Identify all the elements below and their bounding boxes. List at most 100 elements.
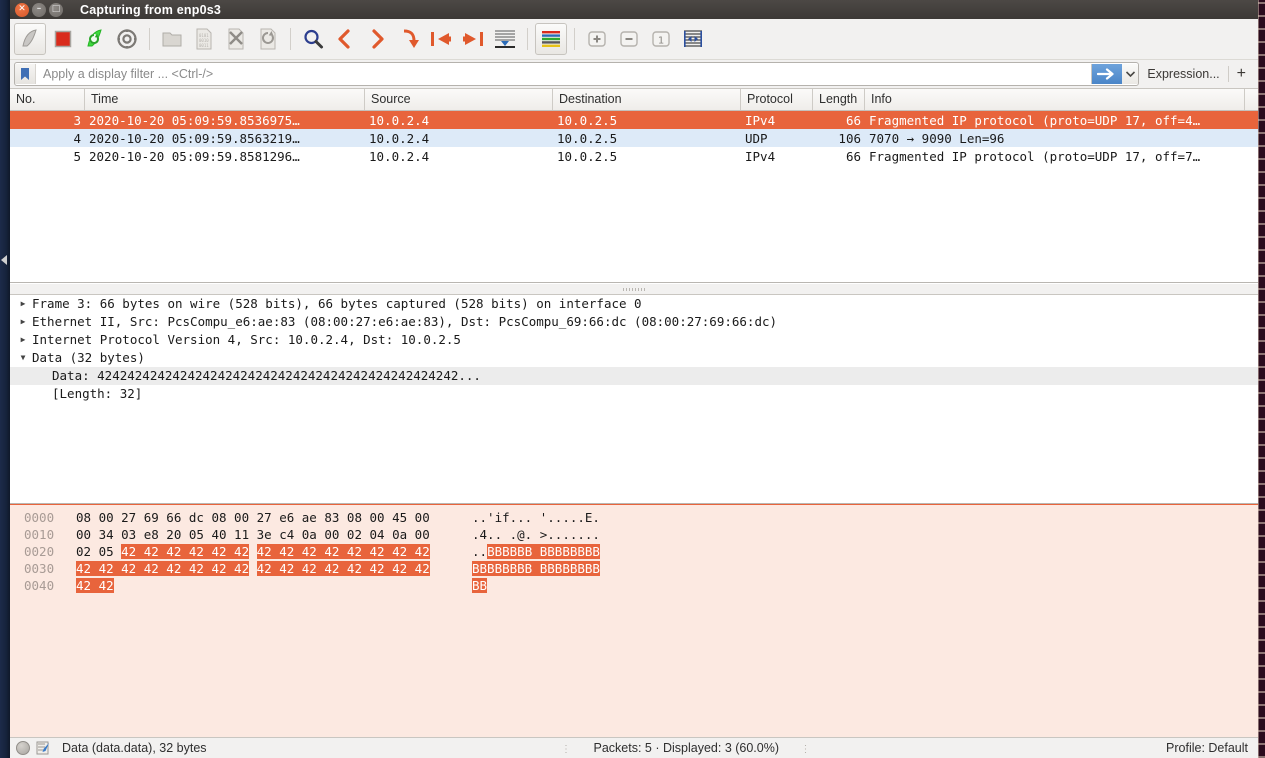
shark-fin-icon — [22, 29, 37, 47]
toolbar-separator — [527, 28, 528, 50]
ascii-group: >....... — [539, 527, 600, 542]
auto-scroll-button[interactable] — [490, 24, 520, 54]
colorize-icon — [542, 31, 560, 47]
ascii-group: BBBBBB — [487, 544, 533, 559]
detail-row[interactable]: Data: 4242424242424242424242424242424242… — [10, 367, 1258, 385]
filter-history-dropdown[interactable] — [1122, 64, 1139, 84]
hex-group-gap — [249, 527, 257, 542]
detail-row-text: Internet Protocol Version 4, Src: 10.0.2… — [32, 332, 461, 347]
maximize-button[interactable]: □ — [49, 2, 63, 17]
ascii-bytes: ..'if... '.....E. — [472, 509, 600, 526]
go-back-button[interactable] — [330, 24, 360, 54]
packet-cell-source: 10.0.2.4 — [369, 130, 430, 146]
hex-byte-group: 42 42 42 42 42 42 42 42 — [256, 561, 430, 576]
hex-offset: 0000 — [24, 510, 55, 525]
ascii-bytes: BB — [472, 577, 488, 594]
packet-details-pane: ▶ Frame 3: 66 bytes on wire (528 bits), 6… — [10, 295, 1258, 504]
hex-byte-group: 02 05 — [76, 544, 122, 559]
column-header-length[interactable]: Length — [813, 89, 865, 110]
packet-cell-length: 66 — [845, 112, 861, 128]
column-header-time[interactable]: Time — [85, 89, 365, 110]
detail-row[interactable]: ▼ Data (32 bytes) — [10, 349, 1258, 367]
collapse-triangle-icon[interactable]: ▼ — [16, 349, 30, 367]
minimize-button[interactable]: – — [32, 2, 46, 17]
packet-cell-length: 106 — [838, 130, 861, 146]
zoom-in-button[interactable] — [582, 24, 612, 54]
close-file-button[interactable] — [221, 24, 251, 54]
packet-list-rows: 3 2020-10-20 05:09:59.8536975… 10.0.2.4 10.… — [10, 111, 1258, 282]
right-arrow-icon — [1097, 68, 1114, 80]
zoom-reset-icon: 1 — [652, 31, 670, 47]
start-capture-button[interactable] — [14, 23, 46, 55]
hex-dump-row[interactable]: 0040 42 42 BB — [10, 577, 1258, 594]
launcher-arrow-icon — [1, 255, 7, 265]
packet-row[interactable]: 5 2020-10-20 05:09:59.8581296… 10.0.2.4 10.… — [10, 147, 1258, 165]
resize-columns-button[interactable] — [678, 24, 708, 54]
packet-cell-no: 5 — [73, 148, 81, 164]
filter-expression-button[interactable]: Expression... — [1139, 67, 1227, 81]
splitter-grip — [623, 287, 645, 291]
hex-dump-row[interactable]: 0030 42 42 42 42 42 42 42 42 42 42 42 42 … — [10, 560, 1258, 577]
packet-row[interactable]: 4 2020-10-20 05:09:59.8563219… 10.0.2.4 10.… — [10, 129, 1258, 147]
detail-row[interactable]: ▶ Internet Protocol Version 4, Src: 10.0.… — [10, 331, 1258, 349]
detail-row[interactable]: ▶ Ethernet II, Src: PcsCompu_e6:ae:83 (08… — [10, 313, 1258, 331]
hex-offset: 0030 — [24, 561, 55, 576]
ascii-group — [532, 544, 540, 559]
column-header-info[interactable]: Info — [865, 89, 1245, 110]
packet-cell-info: Fragmented IP protocol (proto=UDP 17, of… — [869, 112, 1201, 128]
open-file-button[interactable] — [157, 24, 187, 54]
capture-options-button[interactable] — [112, 24, 142, 54]
hex-bytes: 00 34 03 e8 20 05 40 11 3e c4 0a 00 02 0… — [72, 526, 472, 543]
unity-launcher[interactable] — [0, 0, 10, 758]
colorize-packets-button[interactable] — [535, 23, 567, 55]
packet-list-splitter[interactable] — [10, 283, 1258, 295]
packet-cell-destination: 10.0.2.5 — [557, 148, 618, 164]
add-filter-button[interactable]: + — [1229, 65, 1254, 83]
find-packet-button[interactable] — [298, 24, 328, 54]
close-button[interactable]: ✕ — [15, 2, 29, 17]
expert-info-icon[interactable] — [36, 741, 50, 755]
hex-dump-row[interactable]: 0010 00 34 03 e8 20 05 40 11 3e c4 0a 00 … — [10, 526, 1258, 543]
capture-status-icon[interactable] — [16, 741, 30, 755]
go-forward-button[interactable] — [362, 24, 392, 54]
detail-row[interactable]: [Length: 32] — [10, 385, 1258, 403]
detail-row[interactable]: ▶ Frame 3: 66 bytes on wire (528 bits), 6… — [10, 295, 1258, 313]
go-to-last-button[interactable] — [458, 24, 488, 54]
toolbar-separator — [149, 28, 150, 50]
display-filter-input-wrap[interactable]: Apply a display filter ... <Ctrl-/> — [14, 62, 1140, 86]
zoom-out-button[interactable] — [614, 24, 644, 54]
save-file-button[interactable]: 0101 0010 0011 — [189, 24, 219, 54]
hex-dump-row[interactable]: 0000 08 00 27 69 66 dc 08 00 27 e6 ae 83 … — [10, 509, 1258, 526]
ascii-bytes: ..BBBBBB BBBBBBBB — [472, 543, 600, 560]
column-header-no[interactable]: No. — [10, 89, 85, 110]
stop-capture-button[interactable] — [48, 24, 78, 54]
zoom-reset-button[interactable]: 1 — [646, 24, 676, 54]
column-header-protocol[interactable]: Protocol — [741, 89, 813, 110]
packet-cell-protocol: IPv4 — [745, 112, 776, 128]
column-header-destination[interactable]: Destination — [553, 89, 741, 110]
detail-row-text: Ethernet II, Src: PcsCompu_e6:ae:83 (08:… — [32, 314, 778, 329]
go-to-first-button[interactable] — [426, 24, 456, 54]
wireshark-window: ✕ – □ Capturing from enp0s3 0101 0010 00… — [10, 0, 1258, 758]
desktop-background: ✕ – □ Capturing from enp0s3 0101 0010 00… — [0, 0, 1265, 758]
ascii-group: .4.. .@. — [472, 527, 533, 542]
column-header-source[interactable]: Source — [365, 89, 553, 110]
hex-bytes: 42 42 42 42 42 42 42 42 42 42 42 42 42 4… — [72, 560, 472, 577]
hex-dump-row[interactable]: 0020 02 05 42 42 42 42 42 42 42 42 42 42 … — [10, 543, 1258, 560]
restart-capture-button[interactable] — [80, 24, 110, 54]
packet-cell-destination: 10.0.2.5 — [557, 130, 618, 146]
bookmark-icon[interactable] — [15, 64, 36, 84]
apply-filter-button[interactable] — [1091, 64, 1123, 84]
display-filter-input[interactable]: Apply a display filter ... <Ctrl-/> — [36, 67, 1091, 81]
packet-row[interactable]: 3 2020-10-20 05:09:59.8536975… 10.0.2.4 10.… — [10, 111, 1258, 129]
go-to-packet-button[interactable] — [394, 24, 424, 54]
hex-offset: 0020 — [24, 544, 55, 559]
reload-file-button[interactable] — [253, 24, 283, 54]
auto-scroll-icon — [495, 30, 515, 48]
expand-triangle-icon[interactable]: ▶ — [16, 313, 30, 331]
expand-triangle-icon[interactable]: ▶ — [16, 331, 30, 349]
folder-icon — [162, 32, 182, 47]
hex-byte-group: 08 00 27 69 66 dc 08 00 — [76, 510, 250, 525]
status-grip-left: ⋮ — [561, 744, 573, 755]
expand-triangle-icon[interactable]: ▶ — [16, 295, 30, 313]
